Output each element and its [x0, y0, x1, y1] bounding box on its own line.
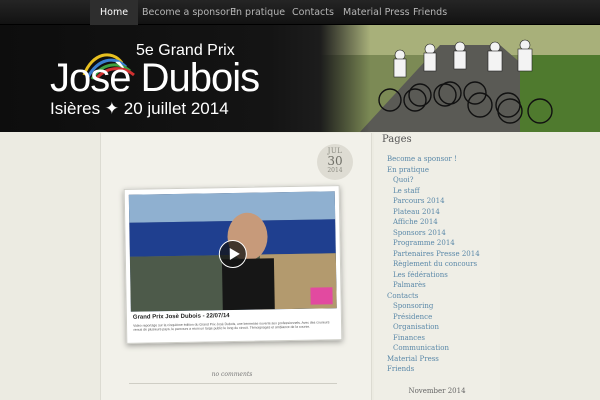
sidebar-item-organisation[interactable]: Organisation	[393, 323, 439, 331]
sidebar-item-parcours[interactable]: Parcours 2014	[393, 197, 445, 205]
nav-list: Home Become a sponsor ! En pratique Cont…	[0, 0, 600, 25]
sidebar-item-sponsoring[interactable]: Sponsoring	[393, 302, 433, 310]
sidebar-item-presidence[interactable]: Présidence	[393, 313, 432, 321]
sidebar-item-sponsors[interactable]: Sponsors 2014	[393, 229, 446, 237]
video-description: Video reportage sur la cinquième édition…	[133, 320, 330, 333]
sidebar-item-friends[interactable]: Friends	[387, 365, 414, 373]
sidebar-item-palmares[interactable]: Palmarès	[393, 281, 426, 289]
sidebar-item-communication[interactable]: Communication	[393, 344, 449, 352]
video-card: Grand Prix Josè Dubois - 22/07/14 Video …	[123, 185, 343, 344]
nav-en-pratique[interactable]: En pratique	[230, 0, 285, 25]
sidebar-item-federations[interactable]: Les fédérations	[393, 271, 448, 279]
post-date-badge: JUL 30 2014	[317, 144, 353, 184]
right-background	[500, 133, 600, 400]
nav-become-sponsor[interactable]: Become a sponsor !	[142, 0, 237, 25]
sidebar-item-affiche[interactable]: Affiche 2014	[393, 218, 438, 226]
sidebar-item-le-staff[interactable]: Le staff	[393, 187, 420, 195]
header-banner: 5e Grand Prix Josè Dubois Isières ✦ 20 j…	[0, 25, 600, 132]
sidebar-item-contacts[interactable]: Contacts	[387, 292, 418, 300]
sidebar-item-quoi[interactable]: Quoi?	[393, 176, 413, 184]
video-title[interactable]: Grand Prix Josè Dubois - 22/07/14	[133, 313, 230, 321]
nav-home[interactable]: Home	[90, 0, 139, 25]
cyclists-photo	[320, 25, 600, 132]
sidebar-item-reglement[interactable]: Règlement du concours	[393, 260, 477, 268]
sidebar-heading: Pages	[382, 134, 412, 145]
nav-friends[interactable]: Friends	[413, 0, 447, 25]
nav-material-press[interactable]: Material Press	[343, 0, 410, 25]
sidebar-item-partenaires-presse[interactable]: Partenaires Presse 2014	[393, 250, 480, 258]
video-player[interactable]	[128, 191, 337, 312]
sidebar-item-material-press[interactable]: Material Press	[387, 355, 439, 363]
nav-contacts[interactable]: Contacts	[292, 0, 334, 25]
comments-link[interactable]: no comments	[101, 371, 363, 378]
sidebar: Pages Become a sponsor ! En pratique Quo…	[374, 133, 500, 400]
sidebar-item-become-sponsor[interactable]: Become a sponsor !	[387, 155, 457, 163]
sidebar-item-programme[interactable]: Programme 2014	[393, 239, 455, 247]
date-year: 2014	[327, 167, 343, 174]
logo-subtitle: Isières ✦ 20 juillet 2014	[50, 99, 229, 118]
top-navigation: Home Become a sponsor ! En pratique Cont…	[0, 0, 600, 25]
main-content: JUL 30 2014 Grand Prix Josè Dubois - 22/…	[100, 133, 372, 400]
logo-name: Josè Dubois	[50, 56, 260, 100]
calendar-title: November 2014	[408, 387, 466, 395]
post-divider	[129, 383, 337, 384]
sidebar-item-en-pratique[interactable]: En pratique	[387, 166, 429, 174]
sidebar-item-finances[interactable]: Finances	[393, 334, 425, 342]
site-logo[interactable]: 5e Grand Prix Josè Dubois Isières ✦ 20 j…	[48, 37, 260, 127]
date-day: 30	[327, 154, 343, 168]
sidebar-item-plateau[interactable]: Plateau 2014	[393, 208, 440, 216]
